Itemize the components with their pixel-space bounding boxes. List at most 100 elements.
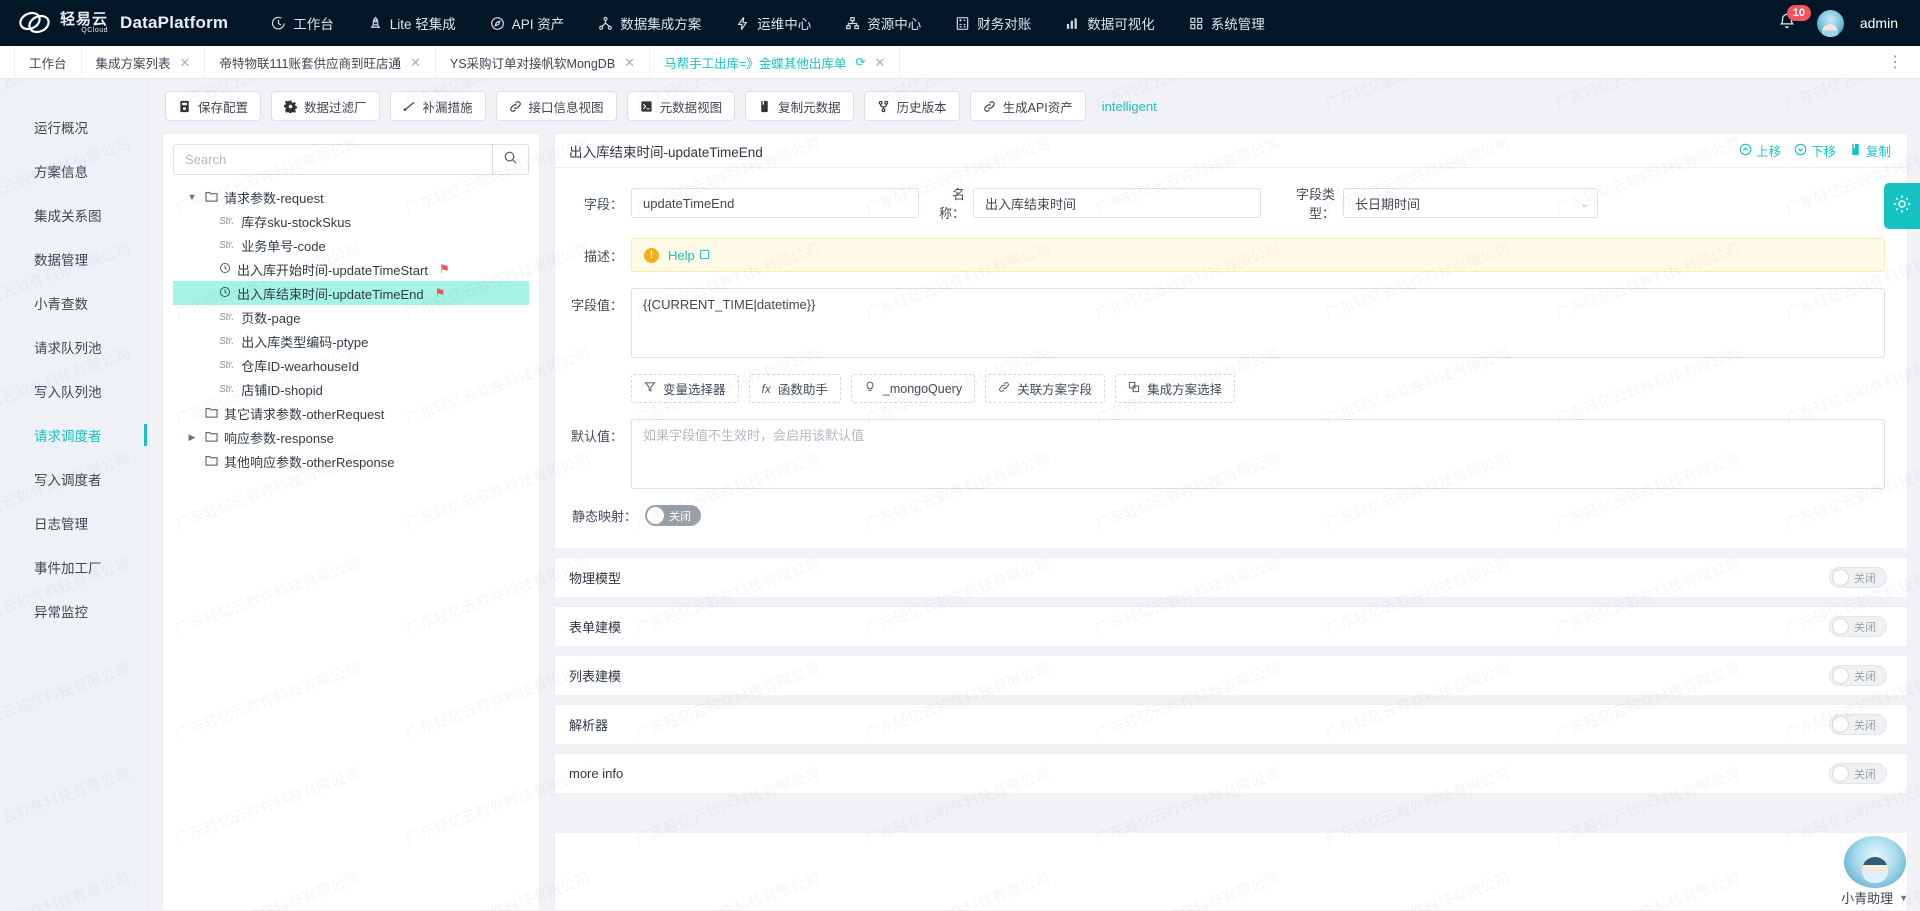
tab-workbench[interactable]: 工作台 [14, 46, 82, 78]
caret-down-icon[interactable]: ▼ [185, 192, 199, 202]
gear-icon [1892, 194, 1912, 219]
intelligent-link[interactable]: intelligent [1102, 99, 1157, 114]
notifications-button[interactable]: 10 [1777, 5, 1811, 36]
save-config-button[interactable]: 保存配置 [165, 91, 262, 121]
help-link[interactable]: Help [668, 248, 710, 263]
sidebar-item-write-queue-pool[interactable]: 写入队列池 [0, 369, 147, 413]
history-version-button[interactable]: 历史版本 [863, 91, 960, 121]
section-more-info[interactable]: more info 关闭 [555, 753, 1907, 793]
interface-info-view-button[interactable]: 接口信息视图 [495, 91, 617, 121]
form-modeling-toggle[interactable]: 关闭 [1829, 616, 1887, 637]
parser-toggle[interactable]: 关闭 [1829, 714, 1887, 735]
vertical-dots-icon[interactable]: ⋮ [1871, 46, 1920, 78]
move-up-button[interactable]: 上移 [1739, 141, 1781, 160]
refresh-icon[interactable]: ⟳ [855, 55, 865, 69]
nav-item-lite[interactable]: Lite 轻集成 [351, 0, 473, 46]
notification-badge: 10 [1786, 5, 1811, 21]
caret-right-icon[interactable]: ▶ [185, 432, 199, 443]
nav-item-finance[interactable]: 财务对账 [938, 0, 1048, 46]
tab-solution-list[interactable]: 集成方案列表 ✕ [82, 46, 206, 78]
field-value-textarea[interactable]: {{CURRENT_TIME|datetime}} [631, 288, 1885, 358]
field-name-input[interactable] [973, 188, 1261, 218]
search-button[interactable] [492, 145, 528, 174]
tree-node-response[interactable]: ▶ 响应参数-response [173, 425, 529, 449]
tree-node-page[interactable]: Str. 页数-page [173, 305, 529, 329]
sidebar-item-overview[interactable]: 运行概况 [0, 105, 147, 149]
function-helper-button[interactable]: fx 函数助手 [748, 374, 841, 403]
tree-node-wearhouseid[interactable]: Str. 仓库ID-wearhouseId [173, 353, 529, 377]
platform-title: DataPlatform [120, 13, 229, 32]
nav-item-visualization[interactable]: 数据可视化 [1048, 0, 1172, 46]
sidebar-item-solution-info[interactable]: 方案信息 [0, 149, 147, 193]
sidebar-item-write-scheduler[interactable]: 写入调度者 [0, 457, 147, 501]
more-info-toggle[interactable]: 关闭 [1829, 763, 1887, 784]
chevron-down-icon[interactable]: ▼ [1899, 893, 1908, 903]
close-icon[interactable]: ✕ [874, 56, 885, 69]
tree-node-otherrequest[interactable]: 其它请求参数-otherRequest [173, 401, 529, 425]
sidebar-item-request-scheduler[interactable]: 请求调度者 [0, 413, 147, 457]
sidebar-item-request-queue-pool[interactable]: 请求队列池 [0, 325, 147, 369]
field-key-input[interactable] [631, 188, 919, 218]
settings-drawer-handle[interactable] [1884, 183, 1920, 229]
tree-node-code[interactable]: Str. 业务单号-code [173, 233, 529, 257]
sidebar-item-relation-graph[interactable]: 集成关系图 [0, 193, 147, 237]
default-value-textarea[interactable] [631, 419, 1885, 489]
static-mapping-toggle[interactable]: 关闭 [645, 505, 701, 526]
generate-api-asset-button[interactable]: 生成API资产 [969, 91, 1086, 121]
detail-scroll-area[interactable]: 出入库结束时间-updateTimeEnd 上移 下移 复制 字段： updat… [555, 134, 1907, 910]
repair-measures-button[interactable]: 补漏措施 [389, 91, 486, 121]
tree-node-stockskus[interactable]: Str. 库存sku-stockSkus [173, 209, 529, 233]
field-type-select[interactable]: ⌄ [1343, 188, 1598, 218]
compass-icon [490, 16, 505, 31]
close-icon[interactable]: ✕ [624, 56, 635, 69]
tab-ditwl-supplier[interactable]: 帝特物联111账套供应商到旺店通 ✕ [205, 46, 436, 78]
section-physical-model[interactable]: 物理模型 关闭 [555, 557, 1907, 597]
nav-item-data-integration[interactable]: 数据集成方案 [581, 0, 718, 46]
nav-item-ops-center[interactable]: 运维中心 [718, 0, 828, 46]
nav-item-workbench[interactable]: 工作台 [254, 0, 351, 46]
tree-node-updatetimeend[interactable]: 出入库结束时间-updateTimeEnd ⚑ [173, 281, 529, 305]
tab-ys-purchase-mongdb[interactable]: YS采购订单对接帆软MongDB ✕ [436, 46, 651, 78]
integration-solution-select-button[interactable]: 集成方案选择 [1115, 374, 1236, 403]
brand-logo[interactable]: 轻易云 QCloud DataPlatform [18, 8, 228, 38]
search-input[interactable] [174, 145, 492, 174]
duplicate-button[interactable]: 复制 [1849, 141, 1891, 160]
sidebar-item-exception-monitor[interactable]: 异常监控 [0, 589, 147, 633]
close-icon[interactable]: ✕ [410, 56, 421, 69]
move-down-button[interactable]: 下移 [1794, 141, 1836, 160]
username-label[interactable]: admin [1860, 15, 1898, 31]
section-form-modeling[interactable]: 表单建模 关闭 [555, 606, 1907, 646]
sidebar-item-data-management[interactable]: 数据管理 [0, 237, 147, 281]
tree-node-ptype[interactable]: Str. 出入库类型编码-ptype [173, 329, 529, 353]
field-row-static-mapping: 静态映射： 关闭 [567, 505, 1885, 526]
tree-node-shopid[interactable]: Str. 店铺ID-shopid [173, 377, 529, 401]
sidebar-item-xiaoqing-query[interactable]: 小青查数 [0, 281, 147, 325]
org-icon [845, 16, 860, 31]
assistant-label-row[interactable]: 小青助理 ▼ [1841, 888, 1908, 911]
variable-selector-button[interactable]: 变量选择器 [631, 374, 739, 403]
metadata-view-button[interactable]: 元数据视图 [626, 91, 736, 121]
related-solution-field-button[interactable]: 关联方案字段 [985, 374, 1106, 403]
close-icon[interactable]: ✕ [180, 56, 191, 69]
assistant-widget[interactable]: 小青助理 ▼ [1841, 836, 1908, 911]
nav-item-resource-center[interactable]: 资源中心 [828, 0, 938, 46]
nav-item-api-assets[interactable]: API 资产 [473, 0, 582, 46]
tree-node-updatetimestart[interactable]: 出入库开始时间-updateTimeStart ⚑ [173, 257, 529, 281]
nav-item-system-management[interactable]: 系统管理 [1172, 0, 1282, 46]
tree-node-otherresponse[interactable]: 其他响应参数-otherResponse [173, 449, 529, 473]
mongo-query-button[interactable]: _mongoQuery [850, 374, 976, 403]
tree-node-request[interactable]: ▼ 请求参数-request [173, 185, 529, 209]
data-filter-button[interactable]: 数据过滤厂 [271, 91, 380, 121]
copy-metadata-button[interactable]: 复制元数据 [745, 91, 854, 121]
sidebar-item-log-management[interactable]: 日志管理 [0, 501, 147, 545]
avatar[interactable] [1816, 9, 1844, 37]
list-modeling-toggle[interactable]: 关闭 [1829, 665, 1887, 686]
section-list-modeling[interactable]: 列表建模 关闭 [555, 655, 1907, 695]
section-parser[interactable]: 解析器 关闭 [555, 704, 1907, 744]
physical-model-toggle[interactable]: 关闭 [1829, 567, 1887, 588]
section-divider [555, 744, 1907, 753]
tree-node-label: 仓库ID-wearhouseId [241, 358, 359, 374]
tab-mabang-outbound[interactable]: 马帮手工出库=》金蝶其他出库单 ⟳ ✕ [650, 46, 901, 78]
field-type-value[interactable] [1343, 188, 1598, 218]
sidebar-item-event-factory[interactable]: 事件加工厂 [0, 545, 147, 589]
